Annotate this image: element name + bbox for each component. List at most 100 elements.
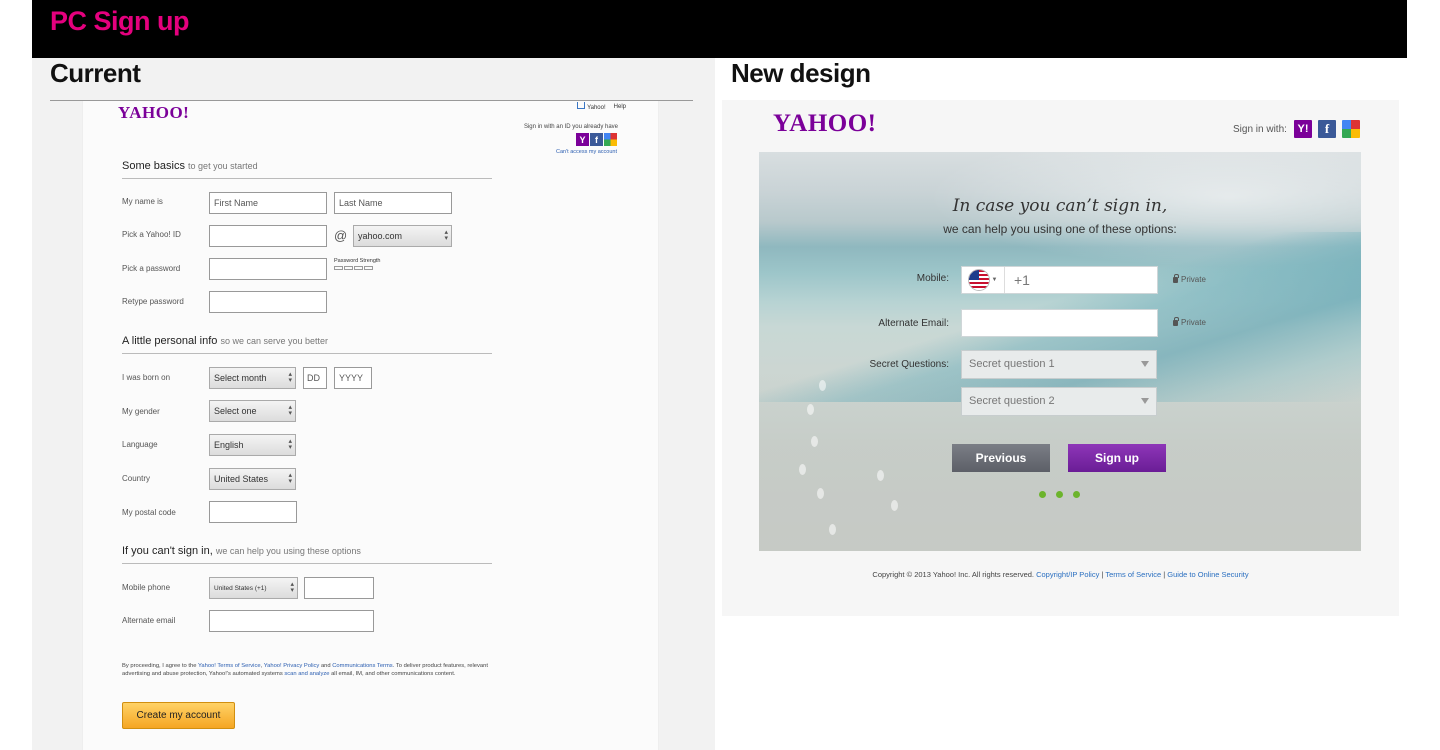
password-input[interactable] [209, 258, 327, 280]
mobile-phone-field[interactable]: ▼ +1 [961, 266, 1158, 294]
social-icons: Y f [576, 133, 617, 146]
country-flag-dropdown[interactable]: ▼ [962, 267, 1005, 293]
footprint [817, 488, 824, 499]
section-basics: Some basics to get you started [122, 160, 492, 179]
footprint [829, 524, 836, 535]
retype-label: Retype password [122, 297, 184, 306]
gender-label: My gender [122, 407, 160, 416]
select-arrows-icon: ▴ ▾ [288, 404, 292, 417]
yahoo-logo: YAHOO! [773, 110, 877, 137]
dropdown-triangle-icon [1141, 361, 1149, 367]
mobile-phone-input[interactable] [304, 577, 374, 599]
legal-text: By proceeding, I agree to the Yahoo! Ter… [122, 663, 488, 677]
create-account-button[interactable]: Create my account [122, 702, 235, 729]
top-links: Yahoo! Help [577, 102, 626, 111]
language-select[interactable]: English ▴ ▾ [209, 434, 296, 456]
current-heading: Current [50, 58, 141, 88]
section-cant-signin: If you can't sign in, we can help you us… [122, 545, 492, 564]
last-name-input[interactable]: Last Name [334, 192, 452, 214]
facebook-signin-icon[interactable]: f [590, 133, 603, 146]
first-name-input[interactable]: First Name [209, 192, 327, 214]
privacy-link[interactable]: Yahoo! Privacy Policy [264, 663, 320, 669]
terms-of-service-link[interactable]: Terms of Service [1105, 570, 1161, 579]
scan-analyze-link[interactable]: scan and analyze [284, 671, 329, 677]
beach-background: In case you can’t sign in, we can help y… [759, 152, 1361, 551]
us-flag-icon [968, 270, 989, 290]
home-link[interactable]: Yahoo! [577, 102, 606, 111]
footprint [819, 380, 826, 391]
alt-email-label: Alternate Email: [878, 318, 949, 329]
password-label: Pick a password [122, 264, 181, 273]
title-banner: PC Sign up [32, 0, 1407, 58]
select-arrows-icon: ▴ ▾ [290, 581, 294, 594]
social-signin-icons: Y! f [1294, 120, 1360, 138]
signin-with-label: Sign in with: [1233, 124, 1287, 135]
private-indicator: Private [1173, 273, 1206, 284]
progress-dots [1039, 491, 1080, 498]
lock-icon [1173, 316, 1179, 326]
secret-question-2-select[interactable]: Secret question 2 [961, 387, 1157, 416]
footprint [877, 470, 884, 481]
communications-terms-link[interactable]: Communications Terms [332, 663, 392, 669]
facebook-signin-icon[interactable]: f [1318, 120, 1336, 138]
mobile-label: Mobile phone [122, 583, 171, 592]
section-subtitle: so we can serve you better [220, 336, 329, 346]
current-signup-page: YAHOO! Yahoo! Help Sign in with an ID yo… [82, 101, 659, 750]
google-signin-icon[interactable] [604, 133, 617, 146]
copyright-policy-link[interactable]: Copyright/IP Policy [1036, 570, 1099, 579]
section-subtitle: we can help you using these options [215, 546, 361, 556]
help-link[interactable]: Help [614, 104, 626, 110]
yahoo-signin-icon[interactable]: Y [576, 133, 589, 146]
cant-signin-title: In case you can’t sign in, [952, 196, 1168, 216]
month-select[interactable]: Select month ▴ ▾ [209, 367, 296, 389]
dropdown-triangle-icon [1141, 398, 1149, 404]
retype-password-input[interactable] [209, 291, 327, 313]
section-subtitle: to get you started [188, 161, 258, 171]
new-design-heading: New design [731, 58, 871, 88]
password-strength-label: Password Strength [334, 258, 381, 264]
online-security-link[interactable]: Guide to Online Security [1167, 570, 1248, 579]
footprint [891, 500, 898, 511]
mobile-country-select[interactable]: United States (+1) ▴ ▾ [209, 577, 298, 599]
password-strength-meter [334, 266, 373, 270]
banner-title: PC Sign up [50, 6, 190, 36]
postal-label: My postal code [122, 508, 176, 517]
secret-question-1-select[interactable]: Secret question 1 [961, 350, 1157, 379]
yahoo-signin-icon[interactable]: Y! [1294, 120, 1312, 138]
footprint [799, 464, 806, 475]
step-dot[interactable] [1056, 491, 1063, 498]
country-label: Country [122, 474, 151, 483]
alt-email-input[interactable] [209, 610, 374, 632]
previous-button[interactable]: Previous [952, 444, 1050, 472]
section-title: If you can't sign in, [122, 545, 213, 557]
gender-select[interactable]: Select one ▴ ▾ [209, 400, 296, 422]
postal-code-input[interactable] [209, 501, 297, 523]
private-indicator: Private [1173, 316, 1206, 327]
step-dot[interactable] [1039, 491, 1046, 498]
footprint [807, 404, 814, 415]
home-icon [577, 102, 586, 109]
mobile-label: Mobile: [916, 273, 949, 284]
secret-questions-label: Secret Questions: [869, 359, 949, 370]
at-sign: @ [334, 228, 348, 243]
domain-select[interactable]: yahoo.com ▴ ▾ [353, 225, 452, 247]
footprint [811, 436, 818, 447]
step-dot[interactable] [1073, 491, 1080, 498]
alt-email-label: Alternate email [122, 616, 176, 625]
born-label: I was born on [122, 373, 171, 382]
signup-button[interactable]: Sign up [1068, 444, 1166, 472]
caret-down-icon: ▼ [991, 277, 998, 283]
country-select[interactable]: United States ▴ ▾ [209, 468, 296, 490]
language-label: Language [122, 440, 158, 449]
alt-email-input[interactable] [961, 309, 1158, 337]
terms-link[interactable]: Yahoo! Terms of Service [198, 663, 261, 669]
year-input[interactable]: YYYY [334, 367, 372, 389]
name-label: My name is [122, 197, 163, 206]
cant-access-link[interactable]: Can't access my account [556, 149, 617, 155]
section-title: A little personal info [122, 335, 218, 347]
yahoo-id-input[interactable] [209, 225, 327, 247]
google-signin-icon[interactable] [1342, 120, 1360, 138]
day-input[interactable]: DD [303, 367, 327, 389]
select-arrows-icon: ▴ ▾ [288, 472, 292, 485]
section-title: Some basics [122, 160, 185, 172]
